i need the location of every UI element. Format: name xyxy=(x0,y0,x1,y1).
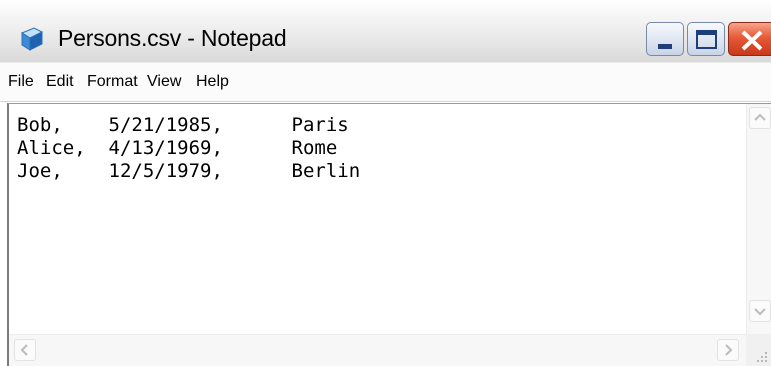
close-icon xyxy=(741,30,763,51)
menu-format[interactable]: Format xyxy=(87,73,138,91)
chevron-right-icon xyxy=(725,344,733,356)
notepad-icon[interactable] xyxy=(19,26,45,52)
chevron-up-icon xyxy=(754,113,766,121)
resize-grip-icon xyxy=(757,352,767,362)
chevron-left-icon xyxy=(20,344,28,356)
text-line: Joe, 12/5/1979, Berlin xyxy=(17,160,361,182)
close-button[interactable] xyxy=(728,22,771,56)
window-title: Persons.csv - Notepad xyxy=(58,25,287,51)
scroll-left-button[interactable] xyxy=(14,339,36,361)
scroll-right-button[interactable] xyxy=(717,339,739,361)
maximize-button[interactable] xyxy=(687,22,725,56)
text-line: Alice, 4/13/1969, Rome xyxy=(17,137,338,159)
horizontal-scrollbar[interactable] xyxy=(9,334,746,366)
menu-bar: File Edit Format View Help xyxy=(0,62,771,102)
title-bar[interactable]: Persons.csv - Notepad xyxy=(0,0,771,62)
menu-view[interactable]: View xyxy=(147,73,181,91)
resize-grip[interactable] xyxy=(746,334,771,366)
vertical-scrollbar[interactable] xyxy=(746,104,771,334)
notepad-window: Persons.csv - Notepad File Edit Format V… xyxy=(0,0,771,366)
menu-file[interactable]: File xyxy=(8,73,34,91)
minimize-icon xyxy=(658,44,672,49)
scroll-up-button[interactable] xyxy=(749,107,771,129)
menu-help[interactable]: Help xyxy=(196,73,229,91)
menu-edit[interactable]: Edit xyxy=(46,73,74,91)
maximize-icon xyxy=(696,30,717,49)
text-editor[interactable]: Bob, 5/21/1985, Paris Alice, 4/13/1969, … xyxy=(7,103,771,366)
scroll-down-button[interactable] xyxy=(749,300,771,322)
chevron-down-icon xyxy=(754,308,766,316)
text-line: Bob, 5/21/1985, Paris xyxy=(17,114,349,136)
minimize-button[interactable] xyxy=(646,22,684,56)
